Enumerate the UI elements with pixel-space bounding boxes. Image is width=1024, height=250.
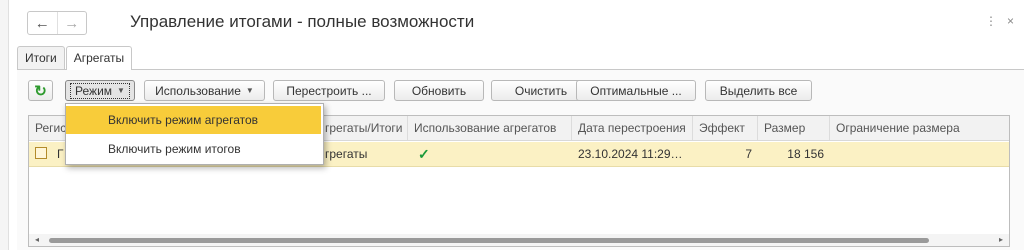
window-title: Управление итогами - полные возможности [130, 12, 475, 31]
mode-label: Режим [75, 83, 113, 98]
more-menu-icon[interactable]: ⋮ [985, 14, 997, 28]
column-header-mode[interactable]: грегаты/Итоги [319, 116, 408, 140]
back-arrow-icon: ← [34, 14, 50, 32]
cell-usage: ✓ [408, 142, 572, 166]
mode-button[interactable]: Режим ▼ [65, 80, 135, 101]
refresh-button[interactable]: ↻ [28, 80, 53, 101]
rebuild-button[interactable]: Перестроить ... [273, 80, 385, 101]
select-all-button[interactable]: Выделить все [705, 80, 812, 101]
usage-label: Использование [155, 83, 241, 98]
column-header-size-limit[interactable]: Ограничение размера [830, 116, 1009, 140]
column-header-size[interactable]: Размер [758, 116, 830, 140]
window-frame-edge [0, 0, 9, 250]
mode-dropdown-menu: Включить режим агрегатов Включить режим … [65, 103, 324, 165]
refresh-icon: ↻ [34, 82, 47, 100]
checkmark-icon: ✓ [418, 146, 430, 162]
forward-button[interactable]: → [56, 12, 87, 34]
back-button[interactable]: ← [28, 12, 57, 34]
chevron-down-icon: ▼ [117, 85, 125, 95]
cell-size: 18 156 [787, 147, 824, 161]
register-icon [35, 147, 47, 159]
update-button[interactable]: Обновить [394, 80, 484, 101]
cell-rebuild-date: 23.10.2024 11:29… [578, 147, 683, 161]
usage-button[interactable]: Использование ▼ [144, 80, 265, 101]
column-header-rebuild-date[interactable]: Дата перестроения [572, 116, 693, 140]
scroll-right-icon[interactable]: ▸ [999, 235, 1003, 244]
close-icon[interactable]: × [1007, 14, 1014, 28]
tab-totals[interactable]: Итоги [17, 46, 65, 69]
horizontal-scrollbar[interactable]: ◂ ▸ [29, 234, 1009, 246]
scroll-left-icon[interactable]: ◂ [35, 235, 39, 244]
menu-item-enable-totals[interactable]: Включить режим итогов [66, 135, 321, 163]
column-header-register[interactable]: Регис [29, 116, 69, 140]
tab-aggregates[interactable]: Агрегаты [65, 46, 133, 70]
forward-arrow-icon: → [64, 14, 80, 32]
column-header-usage[interactable]: Использование агрегатов [408, 116, 572, 140]
cell-mode: грегаты [325, 147, 368, 161]
optimal-button[interactable]: Оптимальные ... [576, 80, 696, 101]
scrollbar-thumb[interactable] [49, 238, 929, 243]
cell-effect: 7 [745, 147, 752, 161]
mode-button-focus: Режим ▼ [70, 82, 130, 99]
navigation-buttons: ← → [27, 11, 87, 35]
menu-item-enable-aggregates[interactable]: Включить режим агрегатов [66, 106, 321, 134]
tab-bar: Итоги Агрегаты [17, 46, 133, 70]
chevron-down-icon: ▼ [245, 86, 254, 95]
column-header-effect[interactable]: Эффект [693, 116, 758, 140]
cell-size-limit [830, 142, 1009, 166]
